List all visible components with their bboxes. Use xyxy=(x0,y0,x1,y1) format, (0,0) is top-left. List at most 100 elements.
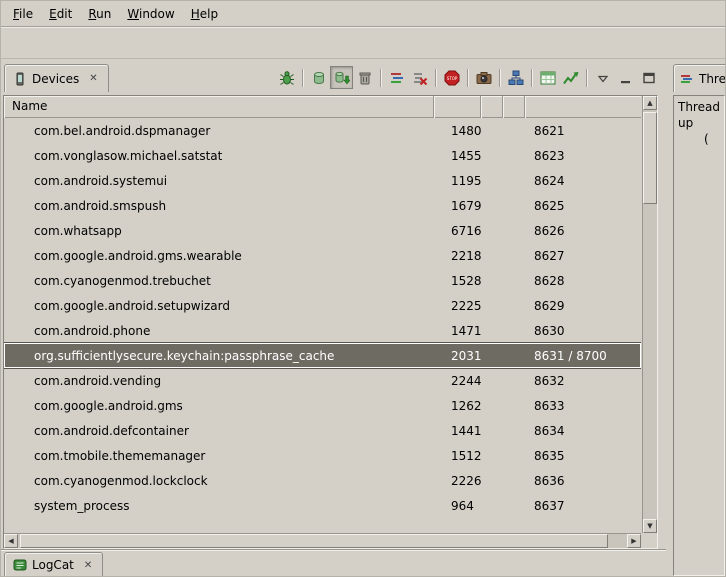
process-name: com.cyanogenmod.lockclock xyxy=(4,474,434,488)
table-row[interactable]: system_process9648637 xyxy=(4,493,641,518)
stop-process-icon[interactable]: STOP xyxy=(440,66,463,89)
process-name: com.vonglasow.michael.satstat xyxy=(4,149,434,163)
vertical-scrollbar[interactable]: ▲ ▼ xyxy=(642,96,657,533)
column-header-name[interactable]: Name xyxy=(4,96,434,118)
device-icon xyxy=(13,72,27,86)
process-name: com.cyanogenmod.trebuchet xyxy=(4,274,434,288)
table-row[interactable]: com.cyanogenmod.trebuchet1528 8628 xyxy=(4,268,641,293)
scroll-right-icon[interactable]: ▶ xyxy=(627,534,641,548)
device-table-body: com.bel.android.dspmanager14808621com.vo… xyxy=(4,118,641,533)
process-pid: 14411 xyxy=(434,424,481,438)
close-icon[interactable]: ✕ xyxy=(82,560,94,571)
process-name: com.google.android.setupwizard xyxy=(4,299,434,313)
process-port: 8623 xyxy=(525,149,641,163)
tab-devices[interactable]: Devices ✕ xyxy=(4,64,109,92)
column-header-pid[interactable] xyxy=(434,96,481,118)
dump-view-hierarchy-icon[interactable] xyxy=(504,66,527,89)
menu-window[interactable]: Window xyxy=(119,3,182,25)
process-port: 8633 xyxy=(525,399,641,413)
dump-hprof-icon[interactable] xyxy=(330,66,353,89)
top-toolbar-area xyxy=(1,28,725,59)
table-row[interactable]: com.cyanogenmod.lockclock222658636 xyxy=(4,468,641,493)
maximize-icon[interactable] xyxy=(637,66,660,89)
debug-process-icon[interactable] xyxy=(275,66,298,89)
table-row[interactable]: com.google.android.gms.wearable221858627 xyxy=(4,243,641,268)
devices-tabstrip: Devices ✕ STOP xyxy=(1,60,666,95)
process-port: 8625 xyxy=(525,199,641,213)
process-port: 8634 xyxy=(525,424,641,438)
cause-gc-icon[interactable] xyxy=(353,66,376,89)
horizontal-scrollbar[interactable]: ◀ ▶ xyxy=(4,533,641,548)
table-row[interactable]: com.bel.android.dspmanager14808621 xyxy=(4,118,641,143)
scroll-down-icon[interactable]: ▼ xyxy=(643,519,657,533)
menu-run[interactable]: Run xyxy=(80,3,119,25)
column-header-port[interactable] xyxy=(525,96,641,118)
process-pid: 22250 xyxy=(434,299,481,313)
threads-content: Thread up ( xyxy=(673,95,725,576)
menu-file[interactable]: File xyxy=(5,3,41,25)
tab-threads[interactable]: Threa xyxy=(673,64,725,92)
stop-method-profiling-icon[interactable] xyxy=(408,66,431,89)
network-statistics-icon[interactable] xyxy=(536,66,559,89)
table-row[interactable]: com.android.defcontainer144118634 xyxy=(4,418,641,443)
scroll-up-icon[interactable]: ▲ xyxy=(643,96,657,110)
process-pid: 1480 xyxy=(434,124,481,138)
table-row[interactable]: com.google.android.setupwizard222508629 xyxy=(4,293,641,318)
tab-threads-label: Threa xyxy=(699,72,725,86)
process-port: 8628 xyxy=(525,274,641,288)
threads-panel: Threa Thread up ( xyxy=(671,60,725,576)
tab-logcat[interactable]: LogCat ✕ xyxy=(4,552,103,577)
process-pid: 964 xyxy=(434,499,481,513)
process-pid: 14553 xyxy=(434,149,481,163)
update-threads-icon[interactable] xyxy=(385,66,408,89)
process-port: 8621 xyxy=(525,124,641,138)
column-header-spacer-2[interactable] xyxy=(503,96,525,118)
threads-message-line1: Thread up xyxy=(678,99,720,131)
main-area: Devices ✕ STOP Name com.bel.android.dspm… xyxy=(1,60,725,576)
toolbar-separator xyxy=(499,69,500,87)
process-pid: 22440 xyxy=(434,374,481,388)
process-pid: 1512 xyxy=(434,449,481,463)
table-row[interactable]: com.android.systemui11958624 xyxy=(4,168,641,193)
table-row[interactable]: com.android.phone14718630 xyxy=(4,318,641,343)
view-menu-chevron-icon[interactable] xyxy=(591,66,614,89)
menu-help[interactable]: Help xyxy=(183,3,226,25)
process-name: com.android.vending xyxy=(4,374,434,388)
table-row[interactable]: com.vonglasow.michael.satstat14553 8623 xyxy=(4,143,641,168)
scroll-left-icon[interactable]: ◀ xyxy=(4,534,18,548)
device-table-header: Name xyxy=(4,96,641,118)
menu-edit[interactable]: Edit xyxy=(41,3,80,25)
minimize-icon[interactable] xyxy=(614,66,637,89)
update-heap-icon[interactable] xyxy=(307,66,330,89)
tab-devices-label: Devices xyxy=(32,72,79,86)
table-row[interactable]: com.android.vending224408632 xyxy=(4,368,641,393)
process-pid: 1528 xyxy=(434,274,481,288)
tab-logcat-label: LogCat xyxy=(32,558,74,572)
process-pid: 1679 xyxy=(434,199,481,213)
toolbar-separator xyxy=(467,69,468,87)
column-header-spacer-1[interactable] xyxy=(481,96,503,118)
table-row[interactable]: com.google.android.gms126238633 xyxy=(4,393,641,418)
table-row[interactable]: com.whatsapp67168626 xyxy=(4,218,641,243)
threads-icon xyxy=(680,72,694,86)
process-pid: 1471 xyxy=(434,324,481,338)
process-name: com.android.systemui xyxy=(4,174,434,188)
table-row[interactable]: org.sufficientlysecure.keychain:passphra… xyxy=(4,343,641,368)
vertical-scroll-thumb[interactable] xyxy=(643,112,657,204)
screen-capture-icon[interactable] xyxy=(472,66,495,89)
device-table: Name com.bel.android.dspmanager14808621c… xyxy=(3,95,658,549)
table-row[interactable]: com.android.smspush16798625 xyxy=(4,193,641,218)
threads-tabstrip: Threa xyxy=(671,60,725,95)
process-name: org.sufficientlysecure.keychain:passphra… xyxy=(4,349,434,363)
process-name: com.tmobile.thememanager xyxy=(4,449,434,463)
application-window: FileEditRunWindowHelp Devices ✕ STOP Nam… xyxy=(0,0,726,577)
start-opengl-trace-icon[interactable] xyxy=(559,66,582,89)
table-row[interactable]: com.tmobile.thememanager15128635 xyxy=(4,443,641,468)
devices-panel: Devices ✕ STOP Name com.bel.android.dspm… xyxy=(1,60,666,576)
process-pid: 12623 xyxy=(434,399,481,413)
devices-toolbar: STOP xyxy=(275,66,660,89)
horizontal-scroll-thumb[interactable] xyxy=(20,534,608,548)
close-icon[interactable]: ✕ xyxy=(87,73,99,84)
process-name: com.google.android.gms.wearable xyxy=(4,249,434,263)
svg-text:STOP: STOP xyxy=(446,76,457,81)
